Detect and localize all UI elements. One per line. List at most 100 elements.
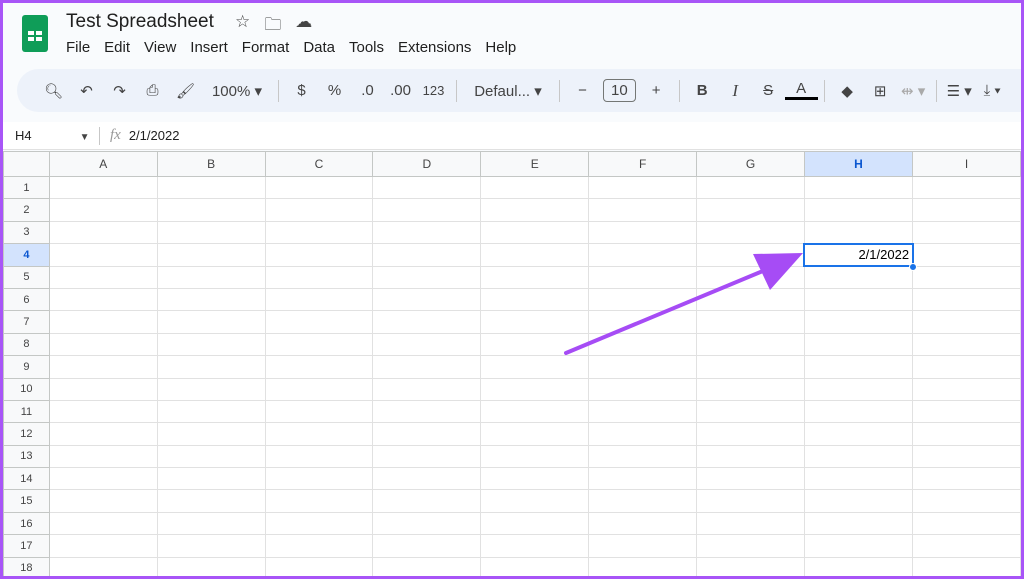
cell-g7[interactable]	[697, 311, 805, 333]
cell-b18[interactable]	[157, 557, 265, 576]
row-header-13[interactable]: 13	[4, 445, 50, 467]
decrease-decimal-button[interactable]: .0	[351, 82, 384, 99]
menu-edit[interactable]: Edit	[104, 39, 130, 56]
cell-g6[interactable]	[697, 288, 805, 310]
cell-g16[interactable]	[697, 512, 805, 534]
menu-file[interactable]: File	[66, 39, 90, 56]
cell-a14[interactable]	[49, 468, 157, 490]
cell-b6[interactable]	[157, 288, 265, 310]
row-header-2[interactable]: 2	[4, 199, 50, 221]
cell-g15[interactable]	[697, 490, 805, 512]
merge-cells-icon[interactable]: ⇹ ▾	[897, 82, 930, 100]
increase-font-button[interactable]: +	[640, 82, 673, 99]
cell-b14[interactable]	[157, 468, 265, 490]
cell-b16[interactable]	[157, 512, 265, 534]
name-box[interactable]: H4▼	[3, 128, 99, 143]
row-header-5[interactable]: 5	[4, 266, 50, 288]
cell-i2[interactable]	[913, 199, 1021, 221]
vertical-align-icon[interactable]: ⤓ ▾	[976, 82, 1009, 99]
cloud-status-icon[interactable]: ☁	[295, 12, 312, 41]
cell-f8[interactable]	[589, 333, 697, 355]
cell-f14[interactable]	[589, 468, 697, 490]
cell-c18[interactable]	[265, 557, 373, 576]
cell-a1[interactable]	[49, 177, 157, 199]
cell-d3[interactable]	[373, 221, 481, 243]
redo-icon[interactable]: ↷	[103, 82, 136, 100]
cell-h13[interactable]	[804, 445, 912, 467]
cell-h18[interactable]	[804, 557, 912, 576]
cell-e12[interactable]	[481, 423, 589, 445]
cell-d13[interactable]	[373, 445, 481, 467]
cell-h15[interactable]	[804, 490, 912, 512]
italic-button[interactable]: I	[719, 81, 752, 101]
cell-i13[interactable]	[913, 445, 1021, 467]
cell-a17[interactable]	[49, 535, 157, 557]
cell-d15[interactable]	[373, 490, 481, 512]
cell-e10[interactable]	[481, 378, 589, 400]
cell-h3[interactable]	[804, 221, 912, 243]
row-header-8[interactable]: 8	[4, 333, 50, 355]
cell-i6[interactable]	[913, 288, 1021, 310]
row-header-7[interactable]: 7	[4, 311, 50, 333]
cell-e5[interactable]	[481, 266, 589, 288]
cell-g9[interactable]	[697, 356, 805, 378]
cell-e1[interactable]	[481, 177, 589, 199]
cell-d7[interactable]	[373, 311, 481, 333]
cell-c11[interactable]	[265, 400, 373, 422]
cell-c5[interactable]	[265, 266, 373, 288]
cell-a2[interactable]	[49, 199, 157, 221]
cell-f3[interactable]	[589, 221, 697, 243]
cell-h11[interactable]	[804, 400, 912, 422]
decrease-font-button[interactable]: −	[566, 82, 599, 99]
cell-h6[interactable]	[804, 288, 912, 310]
cell-i15[interactable]	[913, 490, 1021, 512]
cell-i12[interactable]	[913, 423, 1021, 445]
cell-h2[interactable]	[804, 199, 912, 221]
menu-insert[interactable]: Insert	[190, 39, 228, 56]
zoom-select[interactable]: 100% ▾	[202, 82, 272, 100]
cell-c16[interactable]	[265, 512, 373, 534]
font-select[interactable]: Defaul... ▾	[463, 82, 553, 100]
cell-i7[interactable]	[913, 311, 1021, 333]
cell-f12[interactable]	[589, 423, 697, 445]
cell-a9[interactable]	[49, 356, 157, 378]
row-header-11[interactable]: 11	[4, 400, 50, 422]
cell-c13[interactable]	[265, 445, 373, 467]
strikethrough-button[interactable]: S	[752, 82, 785, 99]
cell-i18[interactable]	[913, 557, 1021, 576]
cell-e6[interactable]	[481, 288, 589, 310]
cell-f13[interactable]	[589, 445, 697, 467]
cell-c17[interactable]	[265, 535, 373, 557]
print-icon[interactable]: ⎙	[136, 82, 169, 99]
cell-d4[interactable]	[373, 244, 481, 266]
doc-title[interactable]: Test Spreadsheet	[66, 11, 214, 33]
cell-h17[interactable]	[804, 535, 912, 557]
cell-b9[interactable]	[157, 356, 265, 378]
cell-e9[interactable]	[481, 356, 589, 378]
cell-e14[interactable]	[481, 468, 589, 490]
menu-data[interactable]: Data	[303, 39, 335, 56]
cell-f18[interactable]	[589, 557, 697, 576]
cell-c6[interactable]	[265, 288, 373, 310]
cell-c14[interactable]	[265, 468, 373, 490]
cell-e11[interactable]	[481, 400, 589, 422]
column-header-e[interactable]: E	[481, 152, 589, 177]
cell-f15[interactable]	[589, 490, 697, 512]
formula-input[interactable]: 2/1/2022	[129, 128, 180, 143]
column-header-d[interactable]: D	[373, 152, 481, 177]
column-header-b[interactable]: B	[157, 152, 265, 177]
cell-a10[interactable]	[49, 378, 157, 400]
text-color-button[interactable]: A	[785, 81, 818, 100]
increase-decimal-button[interactable]: .00	[384, 82, 417, 99]
cell-c2[interactable]	[265, 199, 373, 221]
cell-h12[interactable]	[804, 423, 912, 445]
cell-g3[interactable]	[697, 221, 805, 243]
move-folder-icon[interactable]: 🗀	[264, 12, 281, 41]
cell-e15[interactable]	[481, 490, 589, 512]
cell-a7[interactable]	[49, 311, 157, 333]
cell-i17[interactable]	[913, 535, 1021, 557]
cell-b17[interactable]	[157, 535, 265, 557]
cell-c1[interactable]	[265, 177, 373, 199]
cell-d6[interactable]	[373, 288, 481, 310]
cell-f2[interactable]	[589, 199, 697, 221]
